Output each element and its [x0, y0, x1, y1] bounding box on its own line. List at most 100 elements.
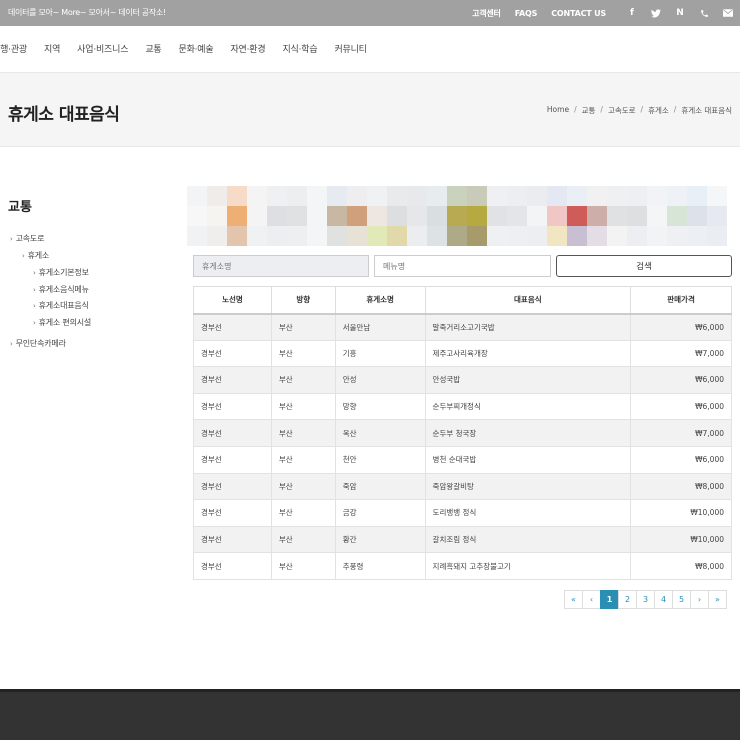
table-row[interactable]: 경부선 부산 서울만남 말죽거리소고기국밥 ₩6,000: [193, 313, 732, 341]
table-row[interactable]: 경부선 부산 기흥 제주고사리육개장 ₩7,000: [193, 339, 732, 368]
table-row[interactable]: 경부선 부산 죽암 죽암왕갈비탕 ₩8,000: [193, 472, 732, 501]
table-row[interactable]: 경부선 부산 천안 병천 순대국밥 ₩6,000: [193, 445, 732, 474]
customer-center-link[interactable]: 고객센터: [472, 8, 501, 19]
table-row[interactable]: 경부선 부산 황간 갈치조림 정식 ₩10,000: [193, 525, 732, 554]
column-header-rest-area[interactable]: 휴게소명: [334, 286, 426, 315]
column-header-direction[interactable]: 방향: [270, 286, 336, 315]
search-button[interactable]: 검색: [556, 255, 732, 277]
banner-pixel: [427, 186, 447, 206]
banner-pixel: [267, 206, 287, 226]
table-row[interactable]: 경부선 부산 금강 도리뱅뱅 정식 ₩10,000: [193, 499, 732, 527]
page-button-5[interactable]: 5: [672, 590, 691, 609]
nav-item-knowledge[interactable]: 지식·학습: [282, 42, 317, 55]
sidebar-item-label: 휴게소 편의시설: [38, 318, 92, 327]
sidebar-item-food-menu[interactable]: › 휴게소음식메뉴: [33, 284, 89, 295]
sidebar-item-highway[interactable]: › 고속도로: [10, 233, 44, 244]
sidebar-item-speed-camera[interactable]: › 무인단속카메라: [10, 338, 66, 349]
breadcrumb-highway[interactable]: 고속도로: [608, 105, 636, 116]
column-header-route[interactable]: 노선명: [193, 286, 272, 315]
price-cell: ₩8,000: [630, 552, 732, 580]
banner-pixel: [287, 226, 307, 246]
contact-us-link[interactable]: CONTACT US: [551, 9, 606, 18]
food-cell: 병천 순대국밥: [424, 445, 632, 474]
prev-page-button[interactable]: ‹: [582, 590, 601, 609]
rest-area-cell: 망향: [334, 392, 426, 421]
page-button-4[interactable]: 4: [654, 590, 673, 609]
naver-icon[interactable]: N: [668, 0, 692, 26]
direction-cell: 부산: [270, 525, 336, 554]
banner-pixel: [707, 206, 727, 226]
twitter-icon[interactable]: [644, 0, 668, 26]
faqs-link[interactable]: FAQS: [515, 9, 538, 18]
food-cell: 도리뱅뱅 정식: [424, 499, 632, 527]
page-button-2[interactable]: 2: [618, 590, 637, 609]
chevron-right-icon: ›: [22, 252, 25, 260]
banner-pixel: [307, 226, 327, 246]
banner-pixel: [587, 186, 607, 206]
banner-pixel: [227, 226, 247, 246]
rest-area-cell: 금강: [334, 499, 426, 527]
banner-pixel: [207, 206, 227, 226]
rest-area-search-input[interactable]: [193, 255, 369, 277]
banner-pixel: [607, 226, 627, 246]
direction-cell: 부산: [270, 419, 336, 447]
route-cell: 경부선: [193, 499, 272, 527]
column-header-signature-food[interactable]: 대표음식: [424, 286, 632, 315]
nav-item-traffic[interactable]: 교통: [145, 42, 161, 55]
route-cell: 경부선: [193, 472, 272, 501]
sidebar-item-basic-info[interactable]: › 휴게소기본정보: [33, 267, 89, 278]
mail-icon[interactable]: [716, 0, 740, 26]
breadcrumb: Home / 교통 / 고속도로 / 휴게소 / 휴게소 대표음식: [547, 105, 732, 116]
banner-pixel: [307, 206, 327, 226]
phone-icon[interactable]: [692, 0, 716, 26]
banner-pixel: [487, 226, 507, 246]
banner-pixel: [387, 206, 407, 226]
facebook-icon[interactable]: f: [620, 0, 644, 26]
banner-pixel: [367, 226, 387, 246]
table-header-row: 노선명 방향 휴게소명 대표음식 판매가격: [193, 286, 732, 315]
page-button-1[interactable]: 1: [600, 590, 619, 609]
nav-item-culture[interactable]: 문화·예술: [178, 42, 213, 55]
direction-cell: 부산: [270, 392, 336, 421]
banner-pixel: [367, 206, 387, 226]
sidebar-item-signature-food[interactable]: › 휴게소대표음식: [33, 300, 89, 311]
chevron-right-icon: ›: [33, 269, 36, 277]
table-row[interactable]: 경부선 부산 옥산 순두부 청국장 ₩7,000: [193, 419, 732, 447]
sidebar-item-label: 무인단속카메라: [15, 339, 66, 348]
breadcrumb-traffic[interactable]: 교통: [582, 105, 596, 116]
nav-item-region[interactable]: 지역: [44, 42, 60, 55]
banner-pixel: [507, 226, 527, 246]
nav-item-community[interactable]: 커뮤니티: [334, 42, 367, 55]
column-header-price[interactable]: 판매가격: [630, 286, 732, 315]
food-cell: 제주고사리육개장: [424, 339, 632, 368]
menu-search-input[interactable]: [374, 255, 551, 277]
banner-pixel: [507, 206, 527, 226]
table-row[interactable]: 경부선 부산 안성 안성국밥 ₩6,000: [193, 366, 732, 394]
banner-pixel: [187, 186, 207, 206]
breadcrumb-home[interactable]: Home: [547, 105, 569, 116]
last-page-button[interactable]: »: [708, 590, 727, 609]
table-row[interactable]: 경부선 부산 추풍령 지례흑돼지 고추장불고기 ₩8,000: [193, 552, 732, 580]
site-slogan: 데이터를 모아~ More~ 모아서~ 데이터 공작소!: [8, 8, 166, 17]
route-cell: 경부선: [193, 366, 272, 394]
banner-pixel: [347, 186, 367, 206]
sidebar-item-rest-area[interactable]: › 휴게소: [22, 250, 49, 261]
banner-pixel: [227, 206, 247, 226]
sidebar-item-facilities[interactable]: › 휴게소 편의시설: [33, 317, 91, 328]
banner-pixel: [607, 206, 627, 226]
route-cell: 경부선: [193, 392, 272, 421]
route-cell: 경부선: [193, 313, 272, 341]
direction-cell: 부산: [270, 366, 336, 394]
first-page-button[interactable]: «: [564, 590, 583, 609]
nav-item-business[interactable]: 사업·비즈니스: [77, 42, 128, 55]
table-row[interactable]: 경부선 부산 망향 순두부찌개정식 ₩6,000: [193, 392, 732, 421]
banner-pixel: [527, 226, 547, 246]
nav-item-nature[interactable]: 자연·환경: [230, 42, 265, 55]
route-cell: 경부선: [193, 339, 272, 368]
price-cell: ₩7,000: [630, 339, 732, 368]
banner-pixel: [627, 206, 647, 226]
breadcrumb-rest-area[interactable]: 휴게소: [648, 105, 669, 116]
next-page-button[interactable]: ›: [690, 590, 709, 609]
page-button-3[interactable]: 3: [636, 590, 655, 609]
nav-item-travel[interactable]: 여행·관광: [0, 42, 27, 55]
